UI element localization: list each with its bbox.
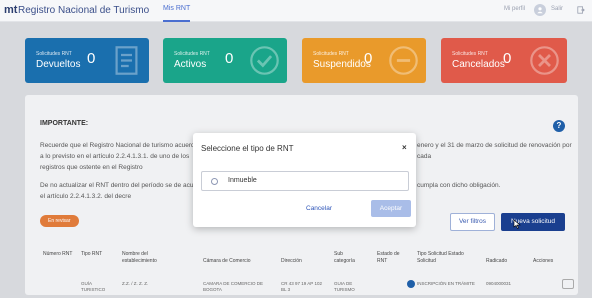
- document-icon: [115, 46, 138, 75]
- card-state: Cancelados: [452, 59, 505, 70]
- card-cancelados[interactable]: Solicitudes RNT Cancelados 0: [441, 38, 567, 83]
- cancel-button[interactable]: Cancelar: [306, 205, 332, 212]
- card-label: Solicitudes RNT: [452, 51, 488, 57]
- card-count: 0: [503, 50, 512, 67]
- card-suspendidos[interactable]: Solicitudes RNT Suspendidos 0: [302, 38, 426, 83]
- cancel-circle-icon: [530, 46, 559, 75]
- filter-button[interactable]: Ver filtros: [450, 213, 495, 231]
- dialog-title: Seleccione el tipo de RNT: [201, 144, 294, 153]
- option-label: Inmueble: [228, 177, 257, 184]
- top-bar: mt Registro Nacional de Turismo Mis RNT …: [0, 0, 592, 22]
- table-cell: GUIA DE TURISMO: [334, 281, 355, 292]
- row-action-button[interactable]: [562, 279, 574, 289]
- card-state: Suspendidos: [313, 59, 371, 70]
- check-circle-icon: [250, 46, 279, 75]
- col-header[interactable]: Dirección: [281, 258, 321, 265]
- table-cell: Z.Z. / Z. Z. Z.: [122, 281, 149, 286]
- tab-mis-rnt[interactable]: Mis RNT: [163, 5, 191, 22]
- help-icon[interactable]: ?: [553, 120, 565, 132]
- notice-text: Recuerde que el Registro Nacional de tur…: [40, 142, 199, 171]
- card-state: Activos: [174, 59, 207, 70]
- col-header[interactable]: Radicado: [486, 258, 526, 265]
- minus-circle-icon: [389, 46, 418, 75]
- card-state: Devueltos: [36, 59, 81, 70]
- radio-button[interactable]: [211, 178, 218, 185]
- col-header[interactable]: Acciones: [533, 258, 567, 265]
- notice-text-right: enero y el 31 de marzo de solicitud de r…: [417, 142, 572, 160]
- card-devueltos[interactable]: Solicitudes RNT Devueltos 0: [25, 38, 149, 83]
- user-icon[interactable]: [534, 4, 546, 16]
- table-cell: GUÍA TURISTICO: [81, 281, 106, 292]
- col-header[interactable]: Cámara de Comercio: [203, 258, 263, 265]
- mouse-cursor-icon: [513, 219, 521, 229]
- close-icon[interactable]: ×: [402, 143, 407, 152]
- logout-link[interactable]: Salir: [551, 6, 563, 12]
- card-label: Solicitudes RNT: [36, 51, 72, 57]
- panel-title: IMPORTANTE:: [40, 120, 89, 127]
- col-header[interactable]: Número RNT: [43, 251, 73, 258]
- card-count: 0: [364, 50, 373, 67]
- col-header[interactable]: Nombre del establecimiento: [122, 251, 174, 265]
- warning-text-right: cumpla con dicho obligación.: [417, 182, 501, 189]
- option-inmueble[interactable]: Inmueble: [201, 171, 409, 191]
- col-header[interactable]: Sub categoría: [334, 251, 364, 265]
- profile-link[interactable]: Mi perfil: [504, 6, 525, 12]
- col-header[interactable]: Tipo RNT: [81, 251, 111, 258]
- table-cell: 0904000031: [486, 281, 512, 286]
- select-rnt-type-dialog: Seleccione el tipo de RNT × Inmueble Can…: [193, 133, 416, 227]
- exit-icon[interactable]: [577, 6, 585, 14]
- card-label: Solicitudes RNT: [174, 51, 210, 57]
- accept-button[interactable]: Aceptar: [371, 200, 411, 217]
- app-title: Registro Nacional de Turismo: [18, 5, 150, 16]
- status-pill[interactable]: En revisar: [40, 215, 79, 227]
- table-cell: INSCRIPCIÓN EN TRÁMITE: [417, 281, 475, 286]
- new-request-button[interactable]: Nueva solicitud: [501, 213, 565, 231]
- card-label: Solicitudes RNT: [313, 51, 349, 57]
- col-header[interactable]: Tipo Solicitud Estado Solicitud: [417, 251, 477, 265]
- card-activos[interactable]: Solicitudes RNT Activos 0: [163, 38, 287, 83]
- card-count: 0: [225, 50, 234, 67]
- table-cell: CAMARA DE COMERCIO DE BOGOTA: [203, 281, 264, 292]
- app-logo[interactable]: mt: [4, 4, 17, 16]
- status-icon: [407, 280, 415, 288]
- table-cell: CR 43 97 19 AP 102 BL 3: [281, 281, 322, 292]
- col-header[interactable]: Estado de RNT: [377, 251, 407, 265]
- card-count: 0: [87, 50, 96, 67]
